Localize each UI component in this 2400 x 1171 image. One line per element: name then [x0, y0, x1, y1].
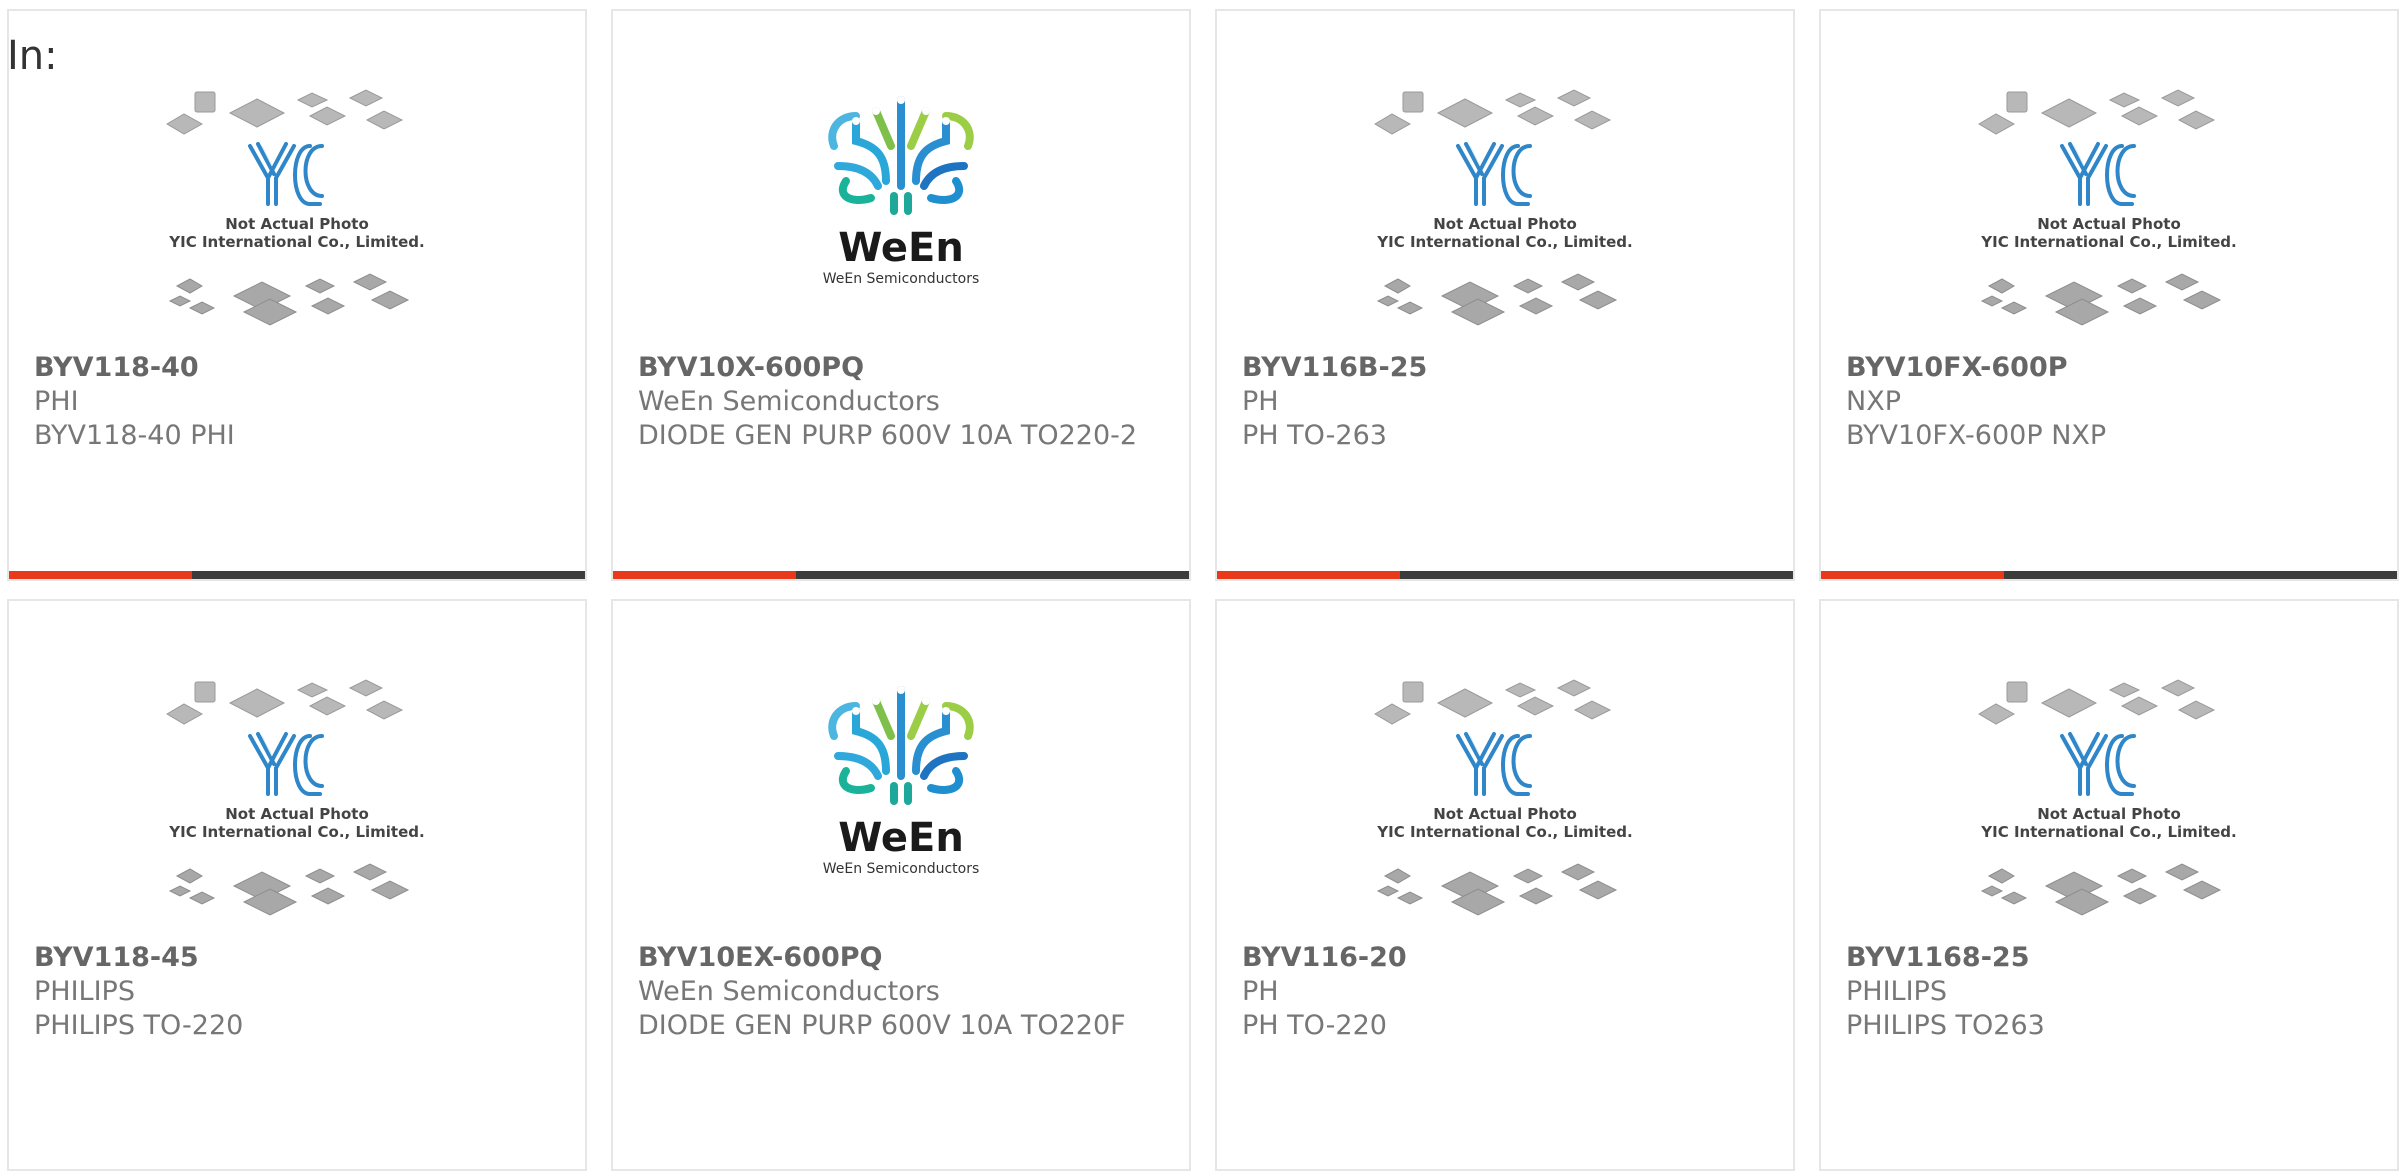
ween-logo-title: WeEn	[838, 815, 964, 861]
card-accent-bar	[9, 571, 192, 579]
part-number-link[interactable]: BYV116-20	[1242, 941, 1773, 975]
not-actual-photo-image: Not Actual Photo YIC International Co., …	[1978, 89, 2237, 326]
card-accent-bar	[1821, 571, 2004, 579]
card-accent-bar	[613, 571, 796, 579]
not-actual-photo-image: Not Actual Photo YIC International Co., …	[1978, 679, 2237, 916]
part-number-link[interactable]: BYV118-45	[34, 941, 565, 975]
placeholder-line2: YIC International Co., Limited.	[1980, 233, 2236, 251]
product-card[interactable]: WeEn WeEn Semiconductors BYV10EX-600PQ We…	[611, 599, 1191, 1171]
product-thumbnail[interactable]: Not Actual Photo YIC International Co., …	[1217, 86, 1793, 348]
manufacturer: PHILIPS	[1846, 976, 1947, 1007]
description: BYV118-40 PHI	[34, 420, 235, 451]
placeholder-line2: YIC International Co., Limited.	[168, 233, 424, 251]
product-info: BYV118-40 PHI BYV118-40 PHI	[34, 351, 565, 453]
not-actual-photo-image: Not Actual Photo YIC International Co., …	[1374, 679, 1633, 916]
product-thumbnail[interactable]: Not Actual Photo YIC International Co., …	[1821, 676, 2397, 938]
product-card[interactable]: Not Actual Photo YIC International Co., …	[7, 599, 587, 1171]
placeholder-line1: Not Actual Photo	[1433, 805, 1577, 823]
part-number-link[interactable]: BYV1168-25	[1846, 941, 2377, 975]
manufacturer: PHILIPS	[34, 976, 135, 1007]
ween-logo-subtitle: WeEn Semiconductors	[823, 861, 980, 877]
description: PH TO-220	[1242, 1010, 1387, 1041]
description: DIODE GEN PURP 600V 10A TO220-2	[638, 420, 1138, 451]
card-bottom-bar	[613, 571, 1189, 579]
placeholder-line1: Not Actual Photo	[2037, 215, 2181, 233]
manufacturer: PHI	[34, 386, 79, 417]
description: PHILIPS TO263	[1846, 1010, 2045, 1041]
ween-logo-image: WeEn WeEn Semiconductors	[823, 96, 980, 287]
ween-logo-subtitle: WeEn Semiconductors	[823, 271, 980, 287]
product-thumbnail[interactable]: WeEn WeEn Semiconductors	[613, 86, 1189, 348]
not-actual-photo-image: Not Actual Photo YIC International Co., …	[1374, 89, 1633, 326]
product-card[interactable]: Not Actual Photo YIC International Co., …	[1215, 9, 1795, 581]
product-info: BYV116B-25 PH PH TO-263	[1242, 351, 1773, 453]
placeholder-line2: YIC International Co., Limited.	[1980, 823, 2236, 841]
product-card[interactable]: Not Actual Photo YIC International Co., …	[1819, 599, 2399, 1171]
card-accent-bar	[1217, 571, 1400, 579]
description: PHILIPS TO-220	[34, 1010, 244, 1041]
section-heading: In:	[7, 33, 58, 79]
manufacturer: NXP	[1846, 386, 1901, 417]
manufacturer: PH	[1242, 386, 1279, 417]
placeholder-line1: Not Actual Photo	[225, 805, 369, 823]
product-info: BYV10X-600PQ WeEn Semiconductors DIODE GEN…	[638, 351, 1169, 453]
manufacturer: WeEn Semiconductors	[638, 976, 940, 1007]
product-thumbnail[interactable]: Not Actual Photo YIC International Co., …	[9, 676, 585, 938]
product-info: BYV116-20 PH PH TO-220	[1242, 941, 1773, 1043]
product-card[interactable]: Not Actual Photo YIC International Co., …	[7, 9, 587, 581]
product-thumbnail[interactable]: Not Actual Photo YIC International Co., …	[1217, 676, 1793, 938]
placeholder-line1: Not Actual Photo	[2037, 805, 2181, 823]
part-number-link[interactable]: BYV118-40	[34, 351, 565, 385]
product-card[interactable]: Not Actual Photo YIC International Co., …	[1819, 9, 2399, 581]
placeholder-line1: Not Actual Photo	[1433, 215, 1577, 233]
product-info: BYV10FX-600P NXP BYV10FX-600P NXP	[1846, 351, 2377, 453]
placeholder-line2: YIC International Co., Limited.	[1376, 823, 1632, 841]
product-thumbnail[interactable]: Not Actual Photo YIC International Co., …	[9, 86, 585, 348]
manufacturer: WeEn Semiconductors	[638, 386, 940, 417]
product-thumbnail[interactable]: WeEn WeEn Semiconductors	[613, 676, 1189, 938]
product-info: BYV1168-25 PHILIPS PHILIPS TO263	[1846, 941, 2377, 1043]
product-info: BYV118-45 PHILIPS PHILIPS TO-220	[34, 941, 565, 1043]
placeholder-line2: YIC International Co., Limited.	[1376, 233, 1632, 251]
ween-logo-image: WeEn WeEn Semiconductors	[823, 686, 980, 877]
product-info: BYV10EX-600PQ WeEn Semiconductors DIODE GE…	[638, 941, 1169, 1043]
part-number-link[interactable]: BYV116B-25	[1242, 351, 1773, 385]
placeholder-line2: YIC International Co., Limited.	[168, 823, 424, 841]
card-bottom-bar	[1821, 571, 2397, 579]
product-thumbnail[interactable]: Not Actual Photo YIC International Co., …	[1821, 86, 2397, 348]
product-card[interactable]: WeEn WeEn Semiconductors BYV10X-600PQ WeE…	[611, 9, 1191, 581]
product-card[interactable]: Not Actual Photo YIC International Co., …	[1215, 599, 1795, 1171]
description: PH TO-263	[1242, 420, 1387, 451]
card-bottom-bar	[9, 571, 585, 579]
not-actual-photo-image: Not Actual Photo YIC International Co., …	[166, 89, 425, 326]
product-grid: Not Actual Photo YIC International Co., …	[7, 9, 2399, 1171]
part-number-link[interactable]: BYV10FX-600P	[1846, 351, 2377, 385]
ween-logo-title: WeEn	[838, 225, 964, 271]
description: BYV10FX-600P NXP	[1846, 420, 2107, 451]
placeholder-line1: Not Actual Photo	[225, 215, 369, 233]
manufacturer: PH	[1242, 976, 1279, 1007]
not-actual-photo-image: Not Actual Photo YIC International Co., …	[166, 679, 425, 916]
part-number-link[interactable]: BYV10X-600PQ	[638, 351, 1169, 385]
card-bottom-bar	[1217, 571, 1793, 579]
part-number-link[interactable]: BYV10EX-600PQ	[638, 941, 1169, 975]
description: DIODE GEN PURP 600V 10A TO220F	[638, 1010, 1126, 1041]
